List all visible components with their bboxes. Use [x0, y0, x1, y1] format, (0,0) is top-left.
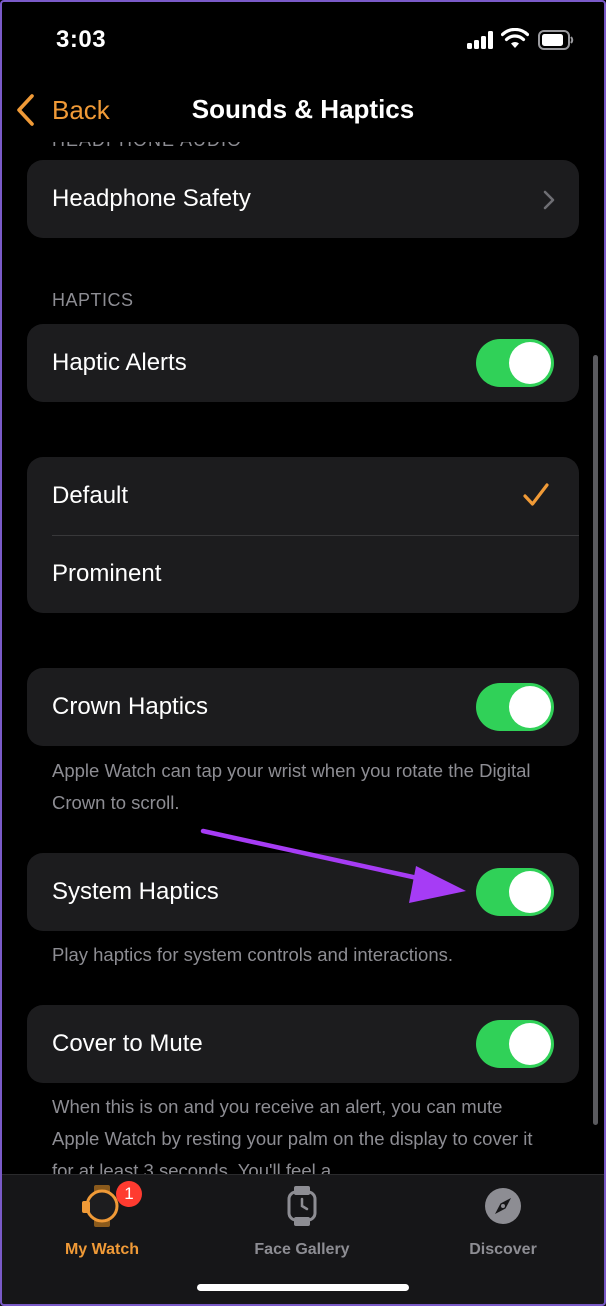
haptic-alerts-toggle[interactable] [476, 339, 554, 387]
chevron-right-icon [543, 190, 555, 210]
status-time: 3:03 [56, 26, 107, 53]
tab-discover[interactable]: Discover [423, 1185, 583, 1259]
headphone-safety-row[interactable]: Headphone Safety [27, 160, 579, 238]
option-default-label: Default [52, 482, 129, 509]
cellular-signal-icon [467, 31, 493, 49]
haptic-alerts-label: Haptic Alerts [52, 349, 187, 376]
home-indicator[interactable] [197, 1284, 409, 1291]
crown-haptics-toggle[interactable] [476, 683, 554, 731]
tab-discover-label: Discover [469, 1241, 537, 1258]
wifi-icon [501, 28, 529, 48]
crown-haptics-footer: Apple Watch can tap your wrist when you … [52, 760, 531, 813]
option-default-row[interactable]: Default [27, 457, 579, 535]
cover-to-mute-row: Cover to Mute [27, 1005, 579, 1083]
option-prominent-row[interactable]: Prominent [27, 535, 579, 613]
page-title: Sounds & Haptics [191, 94, 415, 124]
cover-to-mute-toggle[interactable] [476, 1020, 554, 1068]
cover-to-mute-footer: When this is on and you receive an alert… [52, 1096, 533, 1174]
headphone-safety-label: Headphone Safety [52, 185, 251, 212]
status-bar: 3:03 [0, 0, 606, 80]
crown-haptics-row: Crown Haptics [27, 668, 579, 746]
tab-face-gallery[interactable]: Face Gallery [222, 1185, 382, 1259]
navigation-bar: Back Sounds & Haptics [0, 80, 606, 142]
haptic-alerts-row: Haptic Alerts [27, 324, 579, 402]
system-haptics-toggle[interactable] [476, 868, 554, 916]
tab-my-watch[interactable]: 1 My Watch [22, 1181, 182, 1259]
haptic-strength-group: Default Prominent [27, 457, 579, 613]
settings-content[interactable]: HEADPHONE AUDIO Headphone Safety HAPTICS… [0, 142, 606, 1174]
system-haptics-row: System Haptics [27, 853, 579, 931]
section-header-headphone-audio: HEADPHONE AUDIO [52, 142, 242, 151]
system-haptics-label: System Haptics [52, 878, 219, 905]
watch-face-icon [287, 1186, 317, 1226]
checkmark-icon [523, 483, 549, 506]
haptic-alerts-group: Haptic Alerts [27, 324, 579, 402]
option-prominent-label: Prominent [52, 560, 162, 587]
crown-haptics-group: Crown Haptics [27, 668, 579, 746]
tab-my-watch-label: My Watch [64, 1241, 140, 1258]
section-header-haptics: HAPTICS [52, 290, 134, 310]
crown-haptics-label: Crown Haptics [52, 693, 209, 720]
system-haptics-group: System Haptics [27, 853, 579, 931]
system-haptics-footer: Play haptics for system controls and int… [52, 944, 454, 965]
cover-to-mute-group: Cover to Mute [27, 1005, 579, 1083]
scroll-indicator[interactable] [593, 355, 598, 1125]
headphone-safety-group: Headphone Safety [27, 160, 579, 238]
notification-badge: 1 [116, 1181, 142, 1207]
battery-icon [538, 30, 574, 50]
tab-face-gallery-label: Face Gallery [254, 1241, 350, 1258]
cover-to-mute-label: Cover to Mute [52, 1030, 203, 1057]
compass-icon [485, 1188, 521, 1224]
